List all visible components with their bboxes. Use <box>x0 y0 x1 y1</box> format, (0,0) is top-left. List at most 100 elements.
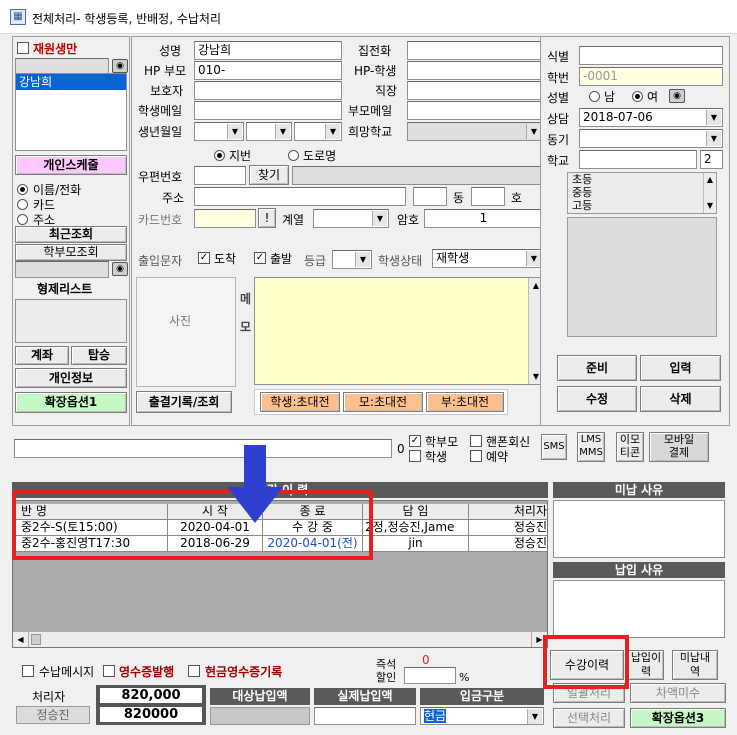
school-level-middle[interactable]: 중등 <box>572 187 592 199</box>
consult-date-select[interactable]: 2018-07-06 ▼ <box>579 108 723 127</box>
status-select[interactable]: 재학생 ▼ <box>432 249 543 268</box>
student-list[interactable]: 강남희 <box>15 73 127 151</box>
memo-textarea[interactable]: ▲ ▼ <box>254 277 544 385</box>
ext-option1-button[interactable]: 확장옵션1 <box>15 392 127 413</box>
addr-type-radio-lot[interactable] <box>214 150 225 161</box>
edit-button[interactable]: 수정 <box>557 386 637 412</box>
attendance-button[interactable]: 출결기록/조회 <box>136 391 232 413</box>
name-input[interactable]: 강남희 <box>194 41 342 60</box>
reserve-checkbox[interactable] <box>470 450 482 462</box>
addr-type-radio-road[interactable] <box>288 150 299 161</box>
camera-icon-3[interactable]: ◉ <box>669 89 685 103</box>
reregister-checkbox[interactable] <box>17 42 29 54</box>
birth-month-select[interactable]: ▼ <box>246 122 292 141</box>
school-input[interactable] <box>579 150 697 169</box>
discount-input[interactable] <box>404 667 456 684</box>
desired-school-select[interactable]: ▼ <box>407 122 543 141</box>
handler-label: 처리자 <box>32 690 66 704</box>
hp-student-label: HP-학생 <box>354 64 397 78</box>
id-input[interactable] <box>579 46 723 65</box>
zip-input[interactable] <box>194 166 246 185</box>
personal-info-button[interactable]: 개인정보 <box>15 368 127 388</box>
search-mode-radio-address[interactable] <box>17 214 28 225</box>
prep-button[interactable]: 준비 <box>557 355 637 381</box>
title-bar: ▦ 전체처리- 학생등록, 반배정, 수납처리 <box>0 0 737 34</box>
invite-mother-button[interactable]: 모:초대전 <box>343 392 423 412</box>
search-mode-radio-card[interactable] <box>17 199 28 210</box>
job-input[interactable] <box>407 81 543 100</box>
grade-select[interactable]: ▼ <box>332 250 372 269</box>
school-level-scrollbar[interactable]: ▲ ▼ <box>703 173 716 213</box>
birth-day-select[interactable]: ▼ <box>294 122 342 141</box>
message-input[interactable] <box>14 439 392 458</box>
account-button[interactable]: 계좌 <box>15 346 69 365</box>
unpaid-history-button[interactable]: 미납내 역 <box>672 650 718 680</box>
sibling-list[interactable] <box>15 299 127 343</box>
invite-father-button[interactable]: 부:초대전 <box>426 392 504 412</box>
card-button[interactable]: ! <box>258 208 276 228</box>
photo-box[interactable]: 사진 <box>136 277 236 387</box>
motive-select[interactable]: ▼ <box>579 129 723 148</box>
actual-amount-input[interactable] <box>314 707 416 725</box>
parent-target-checkbox[interactable]: ✓ <box>409 435 421 447</box>
dong-input[interactable] <box>413 187 447 206</box>
diff-unpaid-button[interactable]: 차액미수 <box>630 683 726 703</box>
student-email-input[interactable] <box>194 101 342 120</box>
school-level-list[interactable]: 초등 중등 고등 ▲ ▼ <box>567 172 717 214</box>
birth-year-select[interactable]: ▼ <box>194 122 244 141</box>
receipt-checkbox[interactable] <box>103 665 115 677</box>
school-grade-input[interactable]: 2 <box>700 150 723 169</box>
gender-radio-male[interactable] <box>589 91 600 102</box>
sms-button[interactable]: SMS <box>541 434 567 460</box>
horizontal-scrollbar[interactable]: ◀ ▶ <box>13 631 547 647</box>
paid-history-button[interactable]: 납입이 력 <box>628 650 664 680</box>
payment-msg-checkbox[interactable] <box>22 665 34 677</box>
ext-option3-button[interactable]: 확장옵션3 <box>630 708 726 728</box>
input-button[interactable]: 입력 <box>640 355 721 381</box>
guardian-input[interactable] <box>194 81 342 100</box>
emoticon-button[interactable]: 이모 티콘 <box>616 432 644 462</box>
col-teacher[interactable]: 담 임 <box>363 504 469 520</box>
col-handler[interactable]: 처리자 <box>469 504 547 520</box>
boarding-button[interactable]: 탑승 <box>71 346 127 365</box>
track-select[interactable]: ▼ <box>313 209 389 228</box>
recent-lookup-button[interactable]: 최근조회 <box>15 226 127 243</box>
phone-reply-checkbox[interactable] <box>470 435 482 447</box>
school-level-elementary[interactable]: 초등 <box>572 174 592 186</box>
mobile-pay-button[interactable]: 모바일 결제 <box>649 432 709 462</box>
scroll-thumb[interactable] <box>31 634 41 645</box>
hp-parent-input[interactable]: 010- <box>194 61 342 80</box>
delete-button[interactable]: 삭제 <box>640 386 721 412</box>
address-input[interactable] <box>194 187 406 206</box>
cash-receipt-checkbox[interactable] <box>188 665 200 677</box>
ho-input[interactable] <box>471 187 505 206</box>
camera-icon-2[interactable]: ◉ <box>112 262 128 276</box>
paid-reason-textarea[interactable] <box>553 580 725 638</box>
search-mode-radio-name[interactable] <box>17 184 28 195</box>
home-phone-input[interactable] <box>407 41 543 60</box>
parent-lookup-button[interactable]: 학부모조회 <box>15 244 127 261</box>
parent-lookup-input[interactable] <box>15 261 109 278</box>
select-process-button[interactable]: 선택처리 <box>553 708 625 728</box>
payment-type-select[interactable]: 현금 ▼ <box>420 707 544 725</box>
school-level-high[interactable]: 고등 <box>572 200 592 212</box>
scroll-left-icon[interactable]: ◀ <box>13 632 29 647</box>
arrive-checkbox[interactable]: ✓ <box>198 252 210 264</box>
student-list-item[interactable]: 강남희 <box>16 74 126 90</box>
hp-student-input[interactable] <box>407 61 543 80</box>
schedule-button[interactable]: 개인스케줄 <box>15 155 127 175</box>
emoticon-label-2: 티콘 <box>619 446 641 459</box>
camera-icon[interactable]: ◉ <box>112 59 128 73</box>
find-zip-button[interactable]: 찾기 <box>249 165 289 185</box>
unpaid-reason-textarea[interactable] <box>553 500 725 558</box>
password-input[interactable]: 1 <box>424 209 543 228</box>
card-input[interactable] <box>194 209 256 228</box>
lms-mms-button[interactable]: LMS MMS <box>577 432 605 462</box>
student-no-input[interactable]: -0001 <box>579 67 723 86</box>
student-target-checkbox[interactable] <box>409 450 421 462</box>
zip-result-field <box>292 166 543 185</box>
invite-student-button[interactable]: 학생:초대전 <box>260 392 340 412</box>
parent-email-input[interactable] <box>407 101 543 120</box>
gender-radio-female[interactable] <box>632 91 643 102</box>
depart-checkbox[interactable]: ✓ <box>254 252 266 264</box>
